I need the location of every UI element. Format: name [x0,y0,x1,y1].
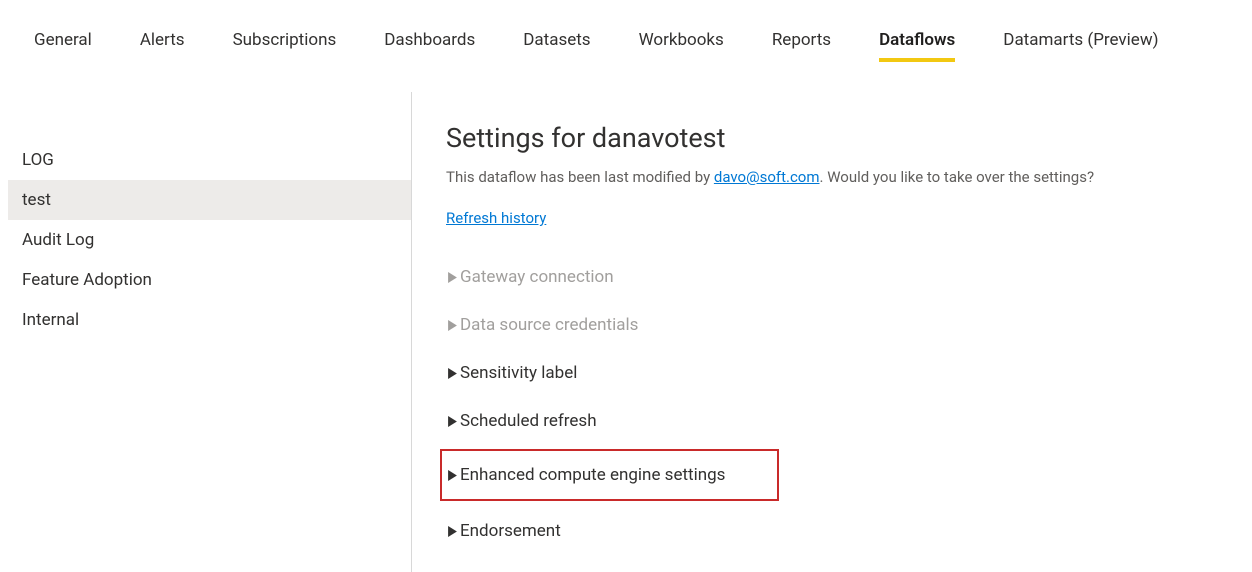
content-area: LOG test Audit Log Feature Adoption Inte… [0,92,1252,572]
tab-label: Dataflows [879,30,955,50]
section-label: Endorsement [460,521,561,541]
top-tabs: General Alerts Subscriptions Dashboards … [0,0,1252,62]
caret-right-icon [446,415,458,427]
tab-label: Subscriptions [233,30,337,50]
tab-label: Reports [772,30,831,50]
caret-right-icon [446,271,458,283]
section-sensitivity-label[interactable]: Sensitivity label [446,349,1228,397]
main-panel: Settings for danavotest This dataflow ha… [412,92,1252,572]
sidebar-item-label: Internal [22,310,79,330]
caret-right-icon [446,367,458,379]
tab-reports[interactable]: Reports [772,30,831,62]
tab-general[interactable]: General [34,30,92,62]
section-scheduled-refresh[interactable]: Scheduled refresh [446,397,1228,445]
sidebar-item-log[interactable]: LOG [8,140,411,180]
section-label: Sensitivity label [460,363,577,383]
subtitle-prefix: This dataflow has been last modified by [446,168,714,186]
section-label: Data source credentials [460,315,638,335]
section-label: Gateway connection [460,267,614,287]
sidebar-item-label: Audit Log [22,230,94,250]
tab-workbooks[interactable]: Workbooks [639,30,724,62]
tab-subscriptions[interactable]: Subscriptions [233,30,337,62]
owner-email-link[interactable]: davo@soft.com [714,168,820,186]
section-label: Scheduled refresh [460,411,597,431]
sidebar: LOG test Audit Log Feature Adoption Inte… [0,92,412,572]
section-data-source-credentials[interactable]: Data source credentials [446,301,1228,349]
sidebar-item-label: LOG [22,150,54,170]
subtitle: This dataflow has been last modified by … [446,168,1228,186]
tab-label: General [34,30,92,50]
sidebar-item-label: test [22,190,51,210]
refresh-history-link[interactable]: Refresh history [446,209,546,227]
caret-right-icon [446,469,458,481]
tab-dataflows[interactable]: Dataflows [879,30,955,62]
sidebar-item-feature-adoption[interactable]: Feature Adoption [8,260,411,300]
tab-label: Alerts [140,30,185,50]
highlight-box: Enhanced compute engine settings [440,449,779,501]
tab-dashboards[interactable]: Dashboards [384,30,475,62]
section-gateway-connection[interactable]: Gateway connection [446,253,1228,301]
tab-label: Datamarts (Preview) [1003,30,1158,50]
page-title: Settings for danavotest [446,122,1228,154]
sidebar-item-audit-log[interactable]: Audit Log [8,220,411,260]
caret-right-icon [446,525,458,537]
section-endorsement[interactable]: Endorsement [446,507,1228,555]
section-enhanced-compute-engine[interactable]: Enhanced compute engine settings [446,459,725,491]
sidebar-item-label: Feature Adoption [22,270,152,290]
tab-datasets[interactable]: Datasets [523,30,590,62]
subtitle-suffix: . Would you like to take over the settin… [820,168,1095,186]
caret-right-icon [446,319,458,331]
tab-label: Workbooks [639,30,724,50]
sidebar-item-internal[interactable]: Internal [8,300,411,340]
tab-label: Dashboards [384,30,475,50]
tab-datamarts[interactable]: Datamarts (Preview) [1003,30,1158,62]
tab-label: Datasets [523,30,590,50]
tab-alerts[interactable]: Alerts [140,30,185,62]
sidebar-item-test[interactable]: test [8,180,411,220]
section-label: Enhanced compute engine settings [460,465,725,485]
